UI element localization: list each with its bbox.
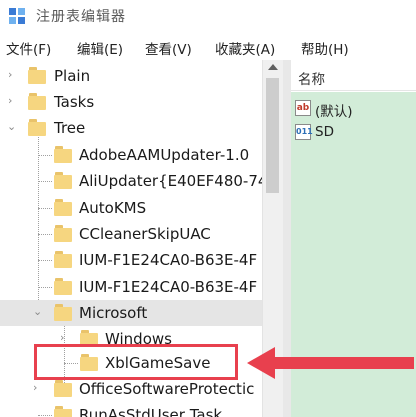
tree-node-plain[interactable]: › Plain: [0, 63, 262, 89]
tree-node-label: Microsoft: [79, 304, 148, 322]
scroll-up-arrow-icon[interactable]: [268, 64, 278, 70]
tree-node-label: Tasks: [54, 93, 95, 111]
tree-node-label: OfficeSoftwareProtectic: [79, 380, 255, 398]
expand-chevron-icon[interactable]: ›: [60, 332, 68, 343]
tree-node-label: Tree: [54, 119, 86, 137]
folder-open-icon: [28, 119, 46, 136]
column-header-name[interactable]: 名称: [291, 60, 416, 91]
value-name: SD: [315, 124, 334, 140]
tree-node-ium-1[interactable]: IUM-F1E24CA0-B63E-4F: [0, 247, 262, 273]
folder-icon: [54, 146, 72, 163]
folder-icon: [28, 93, 46, 110]
folder-open-icon: [54, 304, 72, 321]
tree-node-label: AdobeAAMUpdater-1.0: [79, 146, 250, 164]
title-bar: 注册表编辑器: [0, 0, 416, 32]
tree-node-tree[interactable]: ⌄ Tree: [0, 115, 262, 141]
folder-icon: [28, 67, 46, 84]
scrollbar-thumb[interactable]: [266, 78, 279, 193]
tree-node-aliupdater[interactable]: AliUpdater{E40EF480-74: [0, 168, 262, 194]
tree-node-label: Plain: [54, 67, 91, 85]
tree-node-ium-2[interactable]: IUM-F1E24CA0-B63E-4F: [0, 274, 262, 300]
tree-node-label: IUM-F1E24CA0-B63E-4F: [79, 251, 258, 269]
folder-icon: [54, 225, 72, 242]
tree-node-microsoft[interactable]: ⌄ Microsoft: [0, 300, 262, 326]
folder-icon: [54, 251, 72, 268]
collapse-chevron-icon[interactable]: ⌄: [7, 121, 16, 132]
tree-node-adobeaamupdater[interactable]: AdobeAAMUpdater-1.0: [0, 142, 262, 168]
tree-node-label: RunAsStdUser Task: [79, 406, 223, 417]
folder-icon: [54, 406, 72, 417]
menu-favorites[interactable]: 收藏夹(A): [215, 38, 275, 58]
tree-node-autokms[interactable]: AutoKMS: [0, 195, 262, 221]
tree-node-label: CCleanerSkipUAC: [79, 225, 211, 243]
tree-node-label: AutoKMS: [79, 199, 147, 217]
tree-node-label: IUM-F1E24CA0-B63E-4F: [79, 278, 258, 296]
folder-icon: [54, 172, 72, 189]
tree-node-runasstduser[interactable]: RunAsStdUser Task: [0, 402, 262, 417]
menu-help[interactable]: 帮助(H): [301, 38, 349, 58]
value-name: (默认): [315, 104, 353, 120]
menu-view[interactable]: 查看(V): [145, 38, 192, 58]
folder-icon: [54, 380, 72, 397]
pointer-arrow-icon: [247, 347, 414, 379]
folder-icon: [54, 199, 72, 216]
expand-chevron-icon[interactable]: ›: [33, 382, 41, 393]
menu-file[interactable]: 文件(F): [6, 38, 51, 58]
binary-value-icon: 011: [295, 124, 313, 140]
highlight-box: [34, 344, 238, 380]
expand-chevron-icon[interactable]: ›: [8, 95, 16, 106]
tree-node-label: AliUpdater{E40EF480-74: [79, 172, 262, 190]
folder-icon: [54, 278, 72, 295]
menu-edit[interactable]: 编辑(E): [77, 38, 123, 58]
registry-editor-icon: [9, 8, 25, 24]
string-value-icon: ab: [295, 100, 311, 116]
window-title: 注册表编辑器: [36, 9, 126, 25]
tree-node-tasks[interactable]: › Tasks: [0, 89, 262, 115]
tree-node-ccleanerskipuac[interactable]: CCleanerSkipUAC: [0, 221, 262, 247]
column-header-label: 名称: [298, 72, 325, 88]
menu-bar: 文件(F) 编辑(E) 查看(V) 收藏夹(A) 帮助(H): [0, 34, 416, 58]
expand-chevron-icon[interactable]: ›: [8, 69, 16, 80]
collapse-chevron-icon[interactable]: ⌄: [33, 306, 42, 317]
